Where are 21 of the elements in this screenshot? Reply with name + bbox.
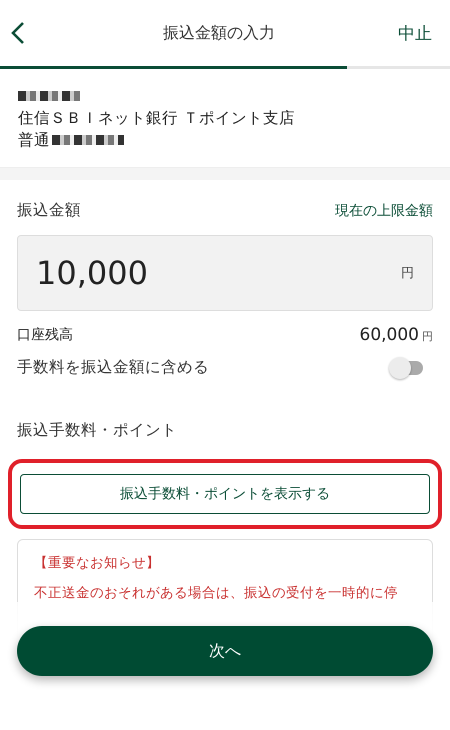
account-type-text: 普通 <box>18 130 50 151</box>
amount-value: 10,000 <box>36 254 148 292</box>
currency-unit: 円 <box>401 265 414 282</box>
amount-field[interactable]: 10,000 円 <box>17 235 433 311</box>
back-icon[interactable] <box>10 21 26 45</box>
redacted-account-number <box>52 135 124 145</box>
currency-unit: 円 <box>422 329 433 344</box>
fee-section-label: 振込手数料・ポイント <box>17 420 178 441</box>
screen-title: 振込金額の入力 <box>162 22 276 44</box>
balance-label: 口座残高 <box>17 326 73 344</box>
redacted-name <box>18 91 80 101</box>
balance-value: 60,000 <box>360 325 419 345</box>
limit-link[interactable]: 現在の上限金額 <box>335 202 433 220</box>
next-button[interactable]: 次へ <box>17 626 433 676</box>
cancel-button[interactable]: 中止 <box>398 22 432 44</box>
notice-text: 不正送金のおそれがある場合は、振込の受付を一時的に停 <box>34 584 399 603</box>
notice-title: 【重要なお知らせ】 <box>34 554 161 573</box>
amount-label: 振込金額 <box>17 200 81 221</box>
include-fee-label: 手数料を振込金額に含める <box>17 357 209 378</box>
show-fee-button[interactable]: 振込手数料・ポイントを表示する <box>20 474 430 514</box>
bank-branch-text: 住信ＳＢＩネット銀行 Ｔポイント支店 <box>18 108 296 129</box>
